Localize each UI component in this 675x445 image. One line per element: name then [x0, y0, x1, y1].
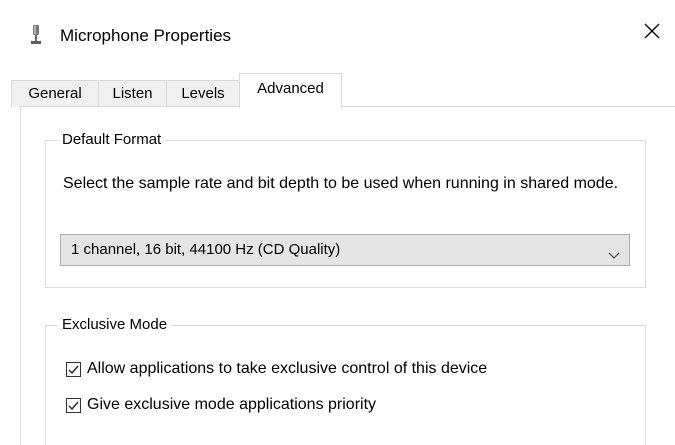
title-bar: Microphone Properties: [0, 0, 675, 64]
window-title: Microphone Properties: [60, 26, 232, 45]
close-button[interactable]: [629, 10, 675, 56]
properties-window: Microphone Properties General Listen Lev…: [0, 0, 675, 445]
default-format-group: Default Format Select the sample rate an…: [45, 131, 646, 288]
tab-general[interactable]: General: [11, 80, 99, 107]
chevron-down-icon: [607, 244, 621, 259]
tab-strip: General Listen Levels Advanced: [11, 73, 675, 108]
default-format-legend: Default Format: [58, 131, 166, 149]
exclusive-control-option[interactable]: Allow applications to take exclusive con…: [66, 359, 487, 379]
tab-advanced[interactable]: Advanced: [239, 73, 342, 108]
microphone-icon: [28, 23, 46, 47]
exclusive-priority-label: Give exclusive mode applications priorit…: [87, 396, 377, 413]
exclusive-mode-group: Exclusive Mode Allow applications to tak…: [45, 316, 646, 445]
checkmark-icon: [68, 401, 79, 410]
default-format-selected-value: 1 channel, 16 bit, 44100 Hz (CD Quality): [71, 241, 341, 258]
tab-levels[interactable]: Levels: [166, 80, 240, 107]
default-format-description: Select the sample rate and bit depth to …: [63, 175, 619, 192]
checkmark-icon: [68, 365, 79, 374]
exclusive-priority-option[interactable]: Give exclusive mode applications priorit…: [66, 395, 376, 415]
exclusive-priority-checkbox[interactable]: [66, 397, 81, 413]
advanced-panel: Default Format Select the sample rate an…: [20, 106, 675, 445]
exclusive-mode-legend: Exclusive Mode: [58, 316, 172, 334]
exclusive-control-label: Allow applications to take exclusive con…: [87, 360, 488, 377]
tab-listen[interactable]: Listen: [98, 80, 167, 107]
exclusive-control-checkbox[interactable]: [66, 361, 81, 377]
close-icon: [644, 23, 660, 44]
default-format-dropdown[interactable]: 1 channel, 16 bit, 44100 Hz (CD Quality): [60, 234, 630, 266]
